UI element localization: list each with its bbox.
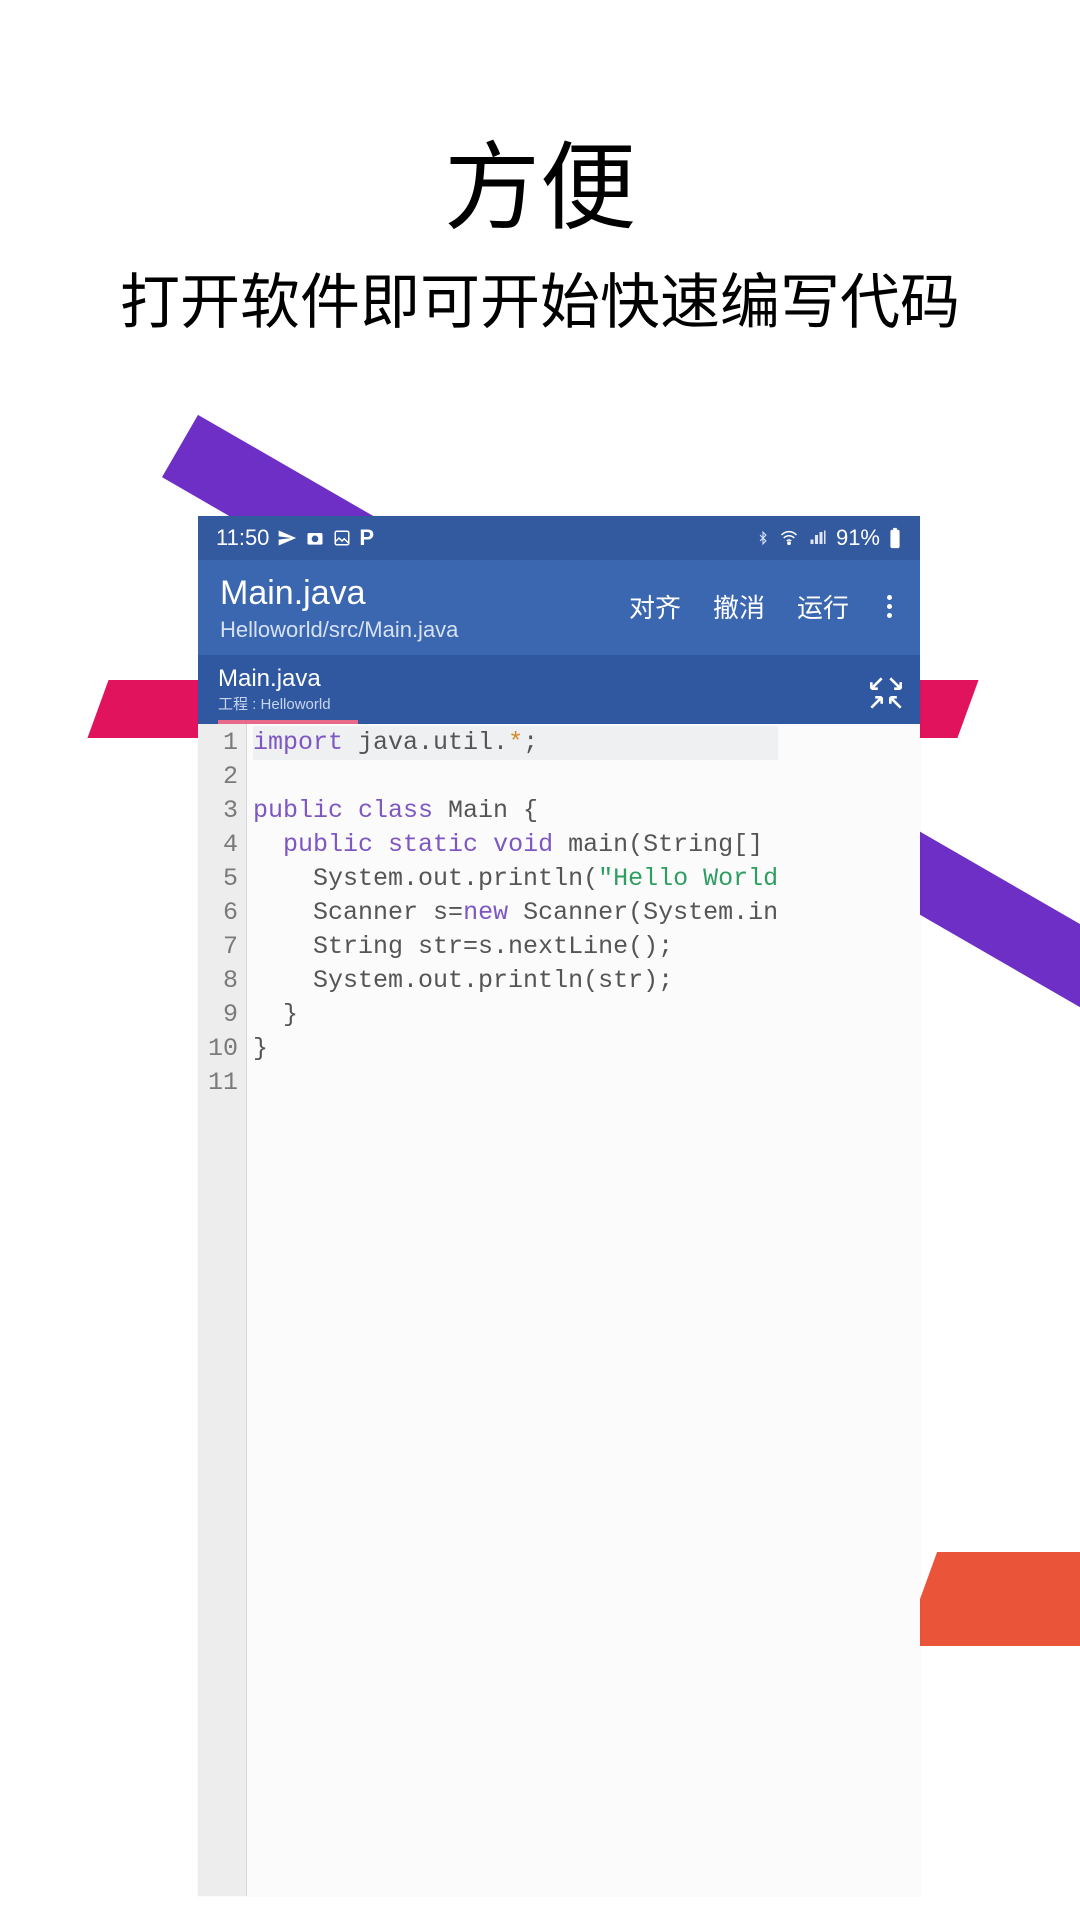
phone-screenshot: 11:50 P 91% <box>198 516 920 1896</box>
tab-name: Main.java <box>218 665 358 693</box>
battery-icon <box>888 527 902 549</box>
code-line[interactable]: Scanner s=new Scanner(System.in <box>253 896 778 930</box>
line-number: 5 <box>208 862 238 896</box>
line-number: 7 <box>208 930 238 964</box>
code-line[interactable] <box>253 1066 778 1100</box>
tab-row: Main.java 工程 : Helloworld <box>198 655 920 724</box>
code-line[interactable]: public static void main(String[] <box>253 828 778 862</box>
line-number: 3 <box>208 794 238 828</box>
code-line[interactable]: public class Main { <box>253 794 778 828</box>
signal-icon <box>808 529 828 547</box>
promo-title: 方便 <box>0 110 1080 249</box>
line-number: 4 <box>208 828 238 862</box>
line-number: 9 <box>208 998 238 1032</box>
app-bar: Main.java Helloworld/src/Main.java 对齐 撤消… <box>198 560 920 655</box>
app-bar-title: Main.java <box>220 574 629 613</box>
align-button[interactable]: 对齐 <box>629 588 681 625</box>
line-number: 6 <box>208 896 238 930</box>
promo-subtitle: 打开软件即可开始快速编写代码 <box>0 254 1080 341</box>
status-time: 11:50 <box>216 525 269 551</box>
tab-project: 工程 : Helloworld <box>218 693 358 718</box>
code-line[interactable]: String str=s.nextLine(); <box>253 930 778 964</box>
p-icon: P <box>359 525 374 551</box>
code-line[interactable]: System.out.println(str); <box>253 964 778 998</box>
run-button[interactable]: 运行 <box>797 588 849 625</box>
line-number: 2 <box>208 760 238 794</box>
more-icon[interactable] <box>881 595 898 618</box>
battery-percent: 91% <box>836 525 880 551</box>
bluetooth-icon <box>756 528 770 548</box>
app-bar-path: Helloworld/src/Main.java <box>220 617 629 643</box>
send-icon <box>277 528 297 548</box>
tab-underline <box>218 720 358 724</box>
picture-icon <box>333 529 351 547</box>
line-number: 8 <box>208 964 238 998</box>
code-area[interactable]: import java.util.*; public class Main { … <box>247 724 778 1896</box>
line-number: 11 <box>208 1066 238 1100</box>
tab-main-java[interactable]: Main.java 工程 : Helloworld <box>212 661 364 724</box>
code-line[interactable]: } <box>253 998 778 1032</box>
fullscreen-icon[interactable] <box>866 673 906 713</box>
decorative-stripe-orange <box>903 1552 1080 1646</box>
status-bar: 11:50 P 91% <box>198 516 920 560</box>
code-line[interactable]: import java.util.*; <box>253 726 778 760</box>
wifi-icon <box>778 529 800 547</box>
code-line[interactable] <box>253 760 778 794</box>
camera-icon <box>305 528 325 548</box>
code-editor[interactable]: 1234567891011 import java.util.*; public… <box>198 724 920 1896</box>
undo-button[interactable]: 撤消 <box>713 588 765 625</box>
line-number-gutter: 1234567891011 <box>198 724 247 1896</box>
line-number: 10 <box>208 1032 238 1066</box>
line-number: 1 <box>208 726 238 760</box>
code-line[interactable]: } <box>253 1032 778 1066</box>
code-line[interactable]: System.out.println("Hello World <box>253 862 778 896</box>
